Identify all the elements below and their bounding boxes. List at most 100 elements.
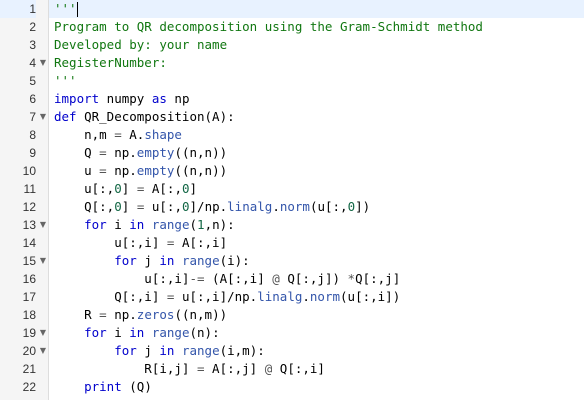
fold-toggle-icon[interactable]: ▼ bbox=[38, 342, 48, 360]
code-token: A. bbox=[121, 127, 145, 142]
code-line[interactable]: 9 Q = np.empty((n,n)) bbox=[0, 144, 584, 162]
code-line[interactable]: 7 ▼ def QR_Decomposition(A): bbox=[0, 108, 584, 126]
code-token: (i,m): bbox=[219, 343, 265, 358]
code-line[interactable]: 20 ▼ for j in range(i,m): bbox=[0, 342, 584, 360]
code-line[interactable]: 22 print (Q) bbox=[0, 378, 584, 396]
code-line[interactable]: 11 u[:,0] = A[:,0] bbox=[0, 180, 584, 198]
code-line[interactable]: 2 Program to QR decomposition using the G… bbox=[0, 18, 584, 36]
code-line[interactable]: 5 ''' bbox=[0, 72, 584, 90]
code-text[interactable]: ''' bbox=[49, 72, 584, 90]
code-line[interactable]: 8 n,m = A.shape bbox=[0, 126, 584, 144]
code-line[interactable]: 6 import numpy as np bbox=[0, 90, 584, 108]
code-token: ''' bbox=[54, 73, 77, 88]
code-line[interactable]: 15 ▼ for j in range(i): bbox=[0, 252, 584, 270]
code-token: range bbox=[181, 253, 220, 268]
code-line[interactable]: 13 ▼ for i in range(1,n): bbox=[0, 216, 584, 234]
code-token: = bbox=[197, 361, 205, 376]
code-token: def bbox=[54, 109, 77, 124]
code-text[interactable]: u[:,i]-= (A[:,i] @ Q[:,j]) *Q[:,j] bbox=[49, 270, 584, 288]
line-number: 22 bbox=[22, 380, 36, 394]
code-text[interactable]: Q = np.empty((n,n)) bbox=[49, 144, 584, 162]
code-text[interactable]: R[i,j] = A[:,j] @ Q[:,i] bbox=[49, 360, 584, 378]
code-token: Q[:, bbox=[54, 199, 115, 214]
code-token: Q[:,j]) bbox=[279, 271, 348, 286]
code-line[interactable]: 12 Q[:,0] = u[:,0]/np.linalg.norm(u[:,0]… bbox=[0, 198, 584, 216]
code-token: shape bbox=[144, 127, 182, 142]
code-token: ]) bbox=[355, 199, 371, 214]
code-text[interactable]: import numpy as np bbox=[49, 90, 584, 108]
code-text[interactable]: for j in range(i): bbox=[49, 252, 584, 270]
code-token: u[:, bbox=[144, 199, 182, 214]
code-token: in bbox=[159, 343, 175, 358]
code-token: j bbox=[136, 343, 160, 358]
code-token: (Q) bbox=[121, 379, 152, 394]
line-number: 11 bbox=[23, 182, 36, 196]
line-number: 3 bbox=[29, 38, 36, 52]
code-line[interactable]: 17 Q[:,i] = u[:,i]/np.linalg.norm(u[:,i]… bbox=[0, 288, 584, 306]
code-token: ( bbox=[189, 217, 198, 232]
code-token: for bbox=[84, 217, 107, 232]
line-number: 9 bbox=[29, 146, 36, 160]
code-token: ((n,n)) bbox=[174, 163, 228, 178]
code-text[interactable]: ''' bbox=[49, 0, 584, 18]
code-token: numpy bbox=[99, 91, 152, 106]
code-token: ]/np. bbox=[189, 199, 228, 214]
code-line[interactable]: 10 u = np.empty((n,n)) bbox=[0, 162, 584, 180]
code-text[interactable]: R = np.zeros((n,m)) bbox=[49, 306, 584, 324]
code-line[interactable]: 4 ▼ RegisterNumber: bbox=[0, 54, 584, 72]
code-line[interactable]: 1 ''' bbox=[0, 0, 584, 18]
code-text[interactable]: u[:,0] = A[:,0] bbox=[49, 180, 584, 198]
line-number: 17 bbox=[22, 290, 36, 304]
code-text[interactable]: u = np.empty((n,n)) bbox=[49, 162, 584, 180]
fold-toggle-icon[interactable]: ▼ bbox=[38, 252, 48, 270]
code-token: (A[:,i] bbox=[204, 271, 273, 286]
code-token: A[:,j] bbox=[204, 361, 265, 376]
code-token: ] bbox=[121, 181, 137, 196]
code-text[interactable]: n,m = A.shape bbox=[49, 126, 584, 144]
code-text[interactable]: for i in range(n): bbox=[49, 324, 584, 342]
code-text[interactable]: u[:,i] = A[:,i] bbox=[49, 234, 584, 252]
line-number: 16 bbox=[22, 272, 36, 286]
line-number: 5 bbox=[29, 74, 36, 88]
code-line[interactable]: 19 ▼ for i in range(n): bbox=[0, 324, 584, 342]
code-text[interactable]: def QR_Decomposition(A): bbox=[49, 108, 584, 126]
code-text[interactable]: Program to QR decomposition using the Gr… bbox=[49, 18, 584, 36]
code-token: Program to QR decomposition using the Gr… bbox=[54, 19, 483, 34]
code-token: in bbox=[129, 325, 145, 340]
code-line[interactable]: 16 u[:,i]-= (A[:,i] @ Q[:,j]) *Q[:,j] bbox=[0, 270, 584, 288]
fold-toggle-icon[interactable]: ▼ bbox=[38, 216, 48, 234]
code-line[interactable]: 18 R = np.zeros((n,m)) bbox=[0, 306, 584, 324]
fold-toggle-icon[interactable]: ▼ bbox=[38, 324, 48, 342]
line-number: 15 bbox=[22, 254, 36, 268]
fold-toggle-icon[interactable]: ▼ bbox=[38, 108, 48, 126]
code-token: zeros bbox=[136, 307, 175, 322]
code-text[interactable]: RegisterNumber: bbox=[49, 54, 584, 72]
code-editor[interactable]: 1 ''' 2 Program to QR decomposition using t… bbox=[0, 0, 584, 400]
code-token: . bbox=[272, 199, 280, 214]
code-token: i bbox=[106, 217, 130, 232]
line-number: 21 bbox=[22, 362, 36, 376]
code-token: u[:,i]/np. bbox=[174, 289, 258, 304]
fold-toggle-icon[interactable]: ▼ bbox=[38, 54, 48, 72]
code-line[interactable]: 3 Developed by: your name bbox=[0, 36, 584, 54]
line-number: 6 bbox=[29, 92, 36, 106]
line-number: 18 bbox=[22, 308, 36, 322]
code-token: range bbox=[151, 217, 190, 232]
code-token: ((n,n)) bbox=[174, 145, 228, 160]
code-text[interactable]: Q[:,i] = u[:,i]/np.linalg.norm(u[:,i]) bbox=[49, 288, 584, 306]
code-text[interactable]: for j in range(i,m): bbox=[49, 342, 584, 360]
code-text[interactable]: for i in range(1,n): bbox=[49, 216, 584, 234]
code-line[interactable]: 21 R[i,j] = A[:,j] @ Q[:,i] bbox=[0, 360, 584, 378]
code-text[interactable]: Developed by: your name bbox=[49, 36, 584, 54]
code-line[interactable]: 14 u[:,i] = A[:,i] bbox=[0, 234, 584, 252]
code-token: linalg bbox=[227, 199, 273, 214]
line-number: 14 bbox=[22, 236, 36, 250]
code-text[interactable]: print (Q) bbox=[49, 378, 584, 396]
code-token: for bbox=[114, 343, 137, 358]
code-token: @ bbox=[272, 271, 280, 286]
code-text[interactable]: Q[:,0] = u[:,0]/np.linalg.norm(u[:,0]) bbox=[49, 198, 584, 216]
